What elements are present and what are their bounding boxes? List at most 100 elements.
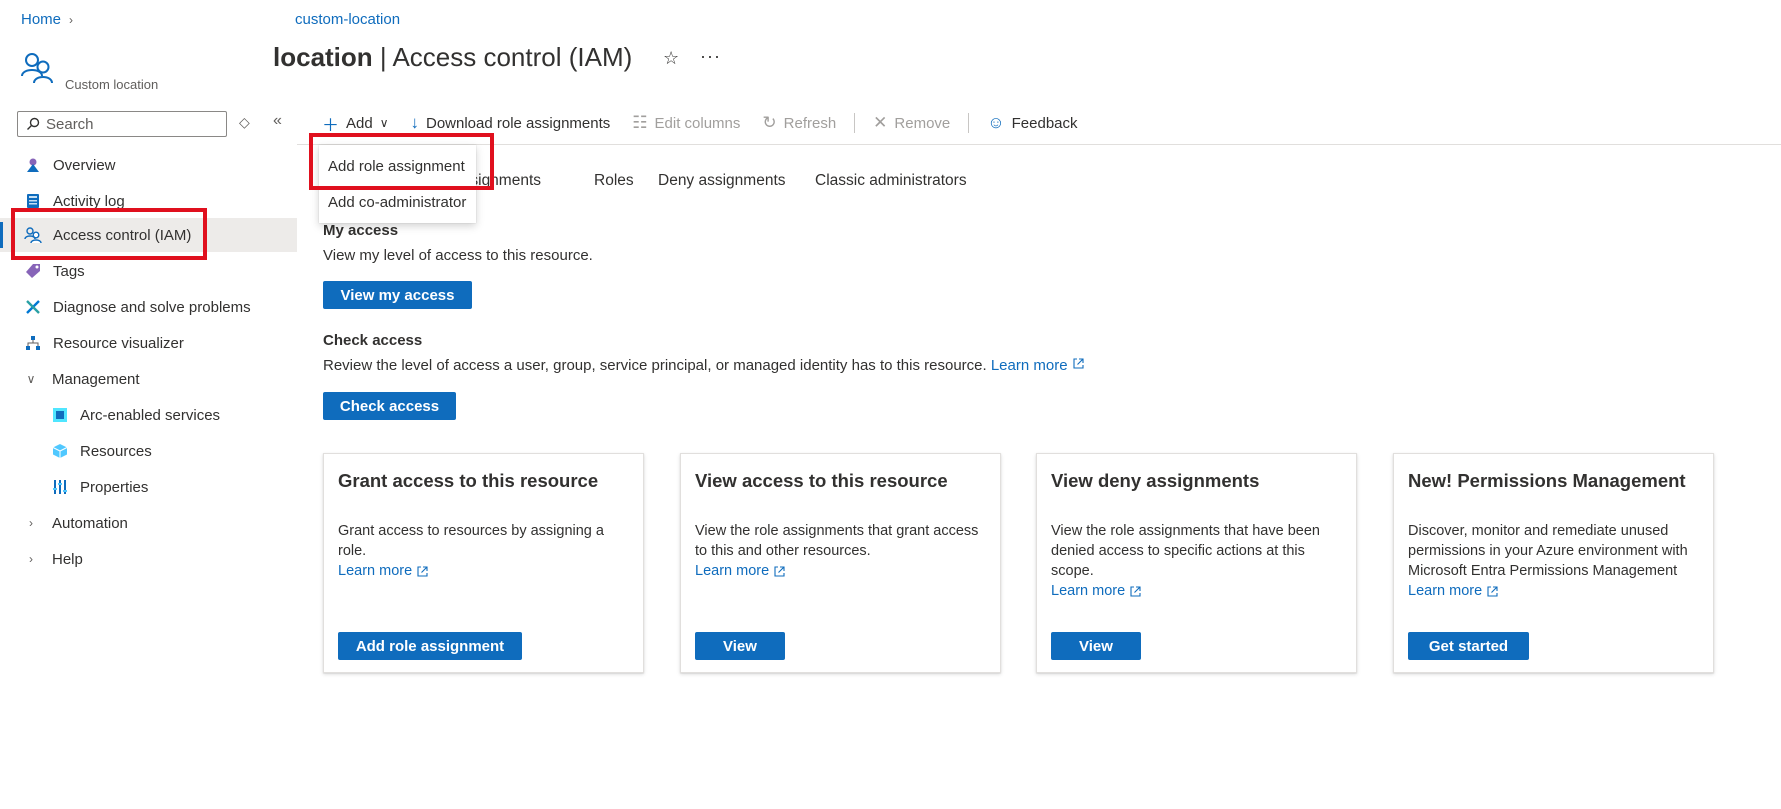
check-access-learn-more-link[interactable]: Learn more	[991, 357, 1085, 374]
check-access-heading: Check access	[323, 332, 423, 349]
card-title: Grant access to this resource	[338, 470, 599, 491]
toolbar-divider-line	[297, 144, 1781, 145]
card-description: View the role assignments that have been…	[1051, 521, 1346, 601]
sidebar-item-access-control[interactable]: Access control (IAM)	[0, 218, 297, 252]
refresh-button[interactable]: ↻ Refresh	[762, 113, 836, 133]
refresh-icon: ↻	[762, 113, 777, 132]
card-description: View the role assignments that grant acc…	[695, 521, 990, 581]
sidebar-item-resources[interactable]: Resources	[0, 434, 297, 468]
card-learn-more-link[interactable]: Learn more	[1051, 581, 1142, 601]
remove-button[interactable]: ✕ Remove	[873, 113, 950, 133]
add-button[interactable]: ＋ Add ∨	[322, 111, 389, 136]
refresh-label: Refresh	[783, 114, 837, 132]
custom-location-icon	[21, 53, 53, 84]
feedback-button[interactable]: ☺ Feedback	[987, 113, 1077, 133]
wrench-icon	[24, 298, 42, 316]
search-input[interactable]: Search	[46, 116, 94, 133]
chevron-down-icon: ∨	[26, 372, 36, 386]
sidebar-item-label: Overview	[53, 156, 116, 174]
sidebar-group-management[interactable]: ∨ Management	[0, 362, 297, 396]
learn-more-label: Learn more	[1051, 583, 1126, 599]
sidebar-item-tags[interactable]: Tags	[0, 254, 297, 288]
view-deny-assignments-button[interactable]: View	[1051, 632, 1141, 660]
page-title-blade: | Access control (IAM)	[379, 42, 633, 72]
plus-icon: ＋	[322, 115, 339, 135]
sidebar-item-label: Access control (IAM)	[53, 226, 192, 244]
collapse-sidebar-icon[interactable]: «	[273, 112, 282, 130]
card-description-text: Grant access to resources by assigning a…	[338, 523, 604, 559]
view-access-button[interactable]: View	[695, 632, 785, 660]
card-description-text: View the role assignments that have been…	[1051, 523, 1320, 579]
close-icon: ✕	[873, 113, 888, 132]
check-access-description: Review the level of access a user, group…	[323, 357, 1085, 374]
card-learn-more-link[interactable]: Learn more	[338, 561, 429, 581]
sidebar-item-diagnose[interactable]: Diagnose and solve problems	[0, 290, 297, 324]
tab-classic-administrators[interactable]: Classic administrators	[815, 172, 967, 190]
download-role-assignments-button[interactable]: ↓ Download role assignments	[411, 113, 611, 133]
chevron-right-icon: ›	[29, 552, 33, 566]
cube-icon	[51, 442, 69, 460]
sidebar-group-automation[interactable]: › Automation	[0, 506, 297, 540]
arc-icon	[51, 406, 69, 424]
card-description-text: Discover, monitor and remediate unused p…	[1408, 523, 1688, 579]
add-role-assignment-button[interactable]: Add role assignment	[338, 632, 522, 660]
sidebar-item-activity-log[interactable]: Activity log	[0, 184, 297, 218]
tag-icon	[24, 262, 42, 280]
tab-roles[interactable]: Roles	[594, 172, 634, 190]
sidebar-item-properties[interactable]: Properties	[0, 470, 297, 504]
check-access-button[interactable]: Check access	[323, 392, 456, 420]
tab-deny-assignments[interactable]: Deny assignments	[658, 172, 786, 190]
my-access-heading: My access	[323, 222, 399, 239]
card-learn-more-link[interactable]: Learn more	[1408, 581, 1499, 601]
my-access-text: View my level of access to this resource…	[323, 247, 593, 264]
card-description: Grant access to resources by assigning a…	[338, 521, 633, 581]
view-my-access-button[interactable]: View my access	[323, 281, 472, 309]
page-title: location | Access control (IAM)	[273, 42, 632, 73]
external-link-icon	[417, 565, 428, 577]
toolbar-divider	[854, 113, 856, 133]
external-link-icon	[1130, 585, 1141, 597]
breadcrumb-resource[interactable]: custom-location	[295, 11, 400, 28]
add-dropdown-menu: Add role assignment Add co-administrator	[319, 145, 476, 223]
sidebar-item-label: Activity log	[53, 192, 125, 210]
sidebar-item-label: Diagnose and solve problems	[53, 298, 251, 316]
sidebar-search[interactable]: Search	[17, 111, 227, 137]
menu-item-add-co-administrator[interactable]: Add co-administrator	[319, 184, 476, 220]
download-label: Download role assignments	[426, 114, 611, 132]
get-started-button[interactable]: Get started	[1408, 632, 1529, 660]
card-title: View access to this resource	[695, 470, 948, 491]
sidebar-item-resource-visualizer[interactable]: Resource visualizer	[0, 326, 297, 360]
overview-icon	[24, 156, 42, 174]
check-access-text: Review the level of access a user, group…	[323, 357, 987, 374]
card-grant-access: Grant access to this resource Grant acce…	[323, 453, 644, 673]
visualizer-icon	[24, 334, 42, 352]
chevron-right-icon: ›	[69, 12, 74, 27]
favorite-star-icon[interactable]: ☆	[663, 48, 679, 69]
menu-item-add-role-assignment[interactable]: Add role assignment	[319, 148, 476, 184]
download-icon: ↓	[410, 113, 420, 132]
external-link-icon	[774, 565, 785, 577]
sidebar-item-overview[interactable]: Overview	[0, 148, 297, 182]
card-view-deny-assignments: View deny assignments View the role assi…	[1036, 453, 1357, 673]
sidebar-item-label: Tags	[53, 262, 85, 280]
edit-columns-label: Edit columns	[654, 114, 741, 132]
feedback-label: Feedback	[1011, 114, 1078, 132]
iam-icon	[24, 226, 42, 244]
search-icon	[27, 117, 40, 130]
learn-more-label: Learn more	[1408, 583, 1483, 599]
chevron-down-icon: ∨	[379, 116, 389, 130]
sidebar-item-label: Arc-enabled services	[80, 406, 221, 424]
card-permissions-management: New! Permissions Management Discover, mo…	[1393, 453, 1714, 673]
sidebar-item-arc-enabled-services[interactable]: Arc-enabled services	[0, 398, 297, 432]
edit-columns-button[interactable]: ☷ Edit columns	[632, 113, 740, 133]
search-options-icon[interactable]: ◇	[239, 114, 250, 131]
sidebar-group-help[interactable]: › Help	[0, 542, 297, 576]
properties-icon	[51, 478, 69, 496]
card-learn-more-link[interactable]: Learn more	[695, 561, 786, 581]
sidebar-item-label: Management	[52, 370, 140, 388]
learn-more-label: Learn more	[695, 563, 770, 579]
breadcrumb-home[interactable]: Home	[21, 11, 61, 28]
more-options-icon[interactable]: ···	[700, 46, 721, 67]
activity-log-icon	[24, 192, 42, 210]
chevron-right-icon: ›	[29, 516, 33, 530]
